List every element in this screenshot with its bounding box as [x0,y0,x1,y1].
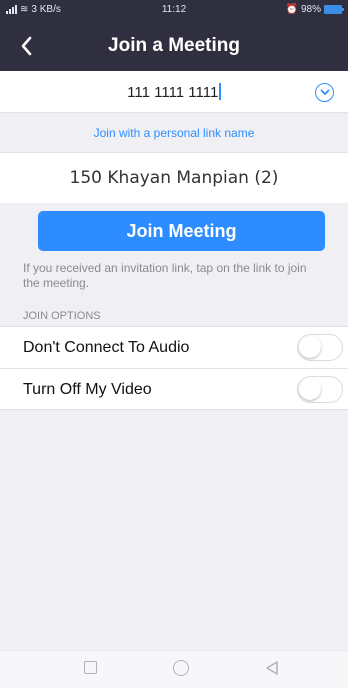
home-icon[interactable] [173,660,189,676]
meeting-history-dropdown[interactable] [315,83,334,102]
text-caret [219,83,221,100]
chevron-left-icon [21,36,32,56]
option-row-video: Turn Off My Video [0,368,348,410]
system-nav-bar [0,650,348,688]
page-title: Join a Meeting [108,35,240,56]
toggle-knob [299,378,321,400]
status-bar: ≋ 3 KB/s 11:12 ⏰ 98% [0,0,348,21]
option-label-audio: Don't Connect To Audio [23,339,190,356]
join-meeting-button[interactable]: Join Meeting [38,211,325,251]
meeting-id-value[interactable]: 111 1111 1111 [127,84,218,101]
audio-toggle[interactable] [297,334,343,361]
meeting-id-display[interactable]: 111 1111 1111 [0,83,348,101]
display-name-input[interactable] [0,153,348,203]
nav-bar: Join a Meeting [0,21,348,71]
video-toggle[interactable] [297,376,343,403]
join-options-header: JOIN OPTIONS [23,310,101,322]
option-label-video: Turn Off My Video [23,381,152,398]
chevron-down-icon [320,89,329,95]
alarm-icon: ⏰ [285,4,298,15]
recent-apps-icon[interactable] [84,661,97,674]
meeting-id-row: 111 1111 1111 [0,71,348,113]
battery-percent: 98% [300,4,321,15]
battery-icon [324,5,344,14]
back-triangle-icon[interactable] [264,660,280,676]
toggle-knob [299,336,321,358]
display-name-row [0,153,348,203]
option-row-audio: Don't Connect To Audio [0,326,348,368]
personal-link-button[interactable]: Join with a personal link name [0,113,348,153]
back-button[interactable] [12,31,40,61]
status-right: ⏰ 98% [285,4,344,15]
invitation-hint: If you received an invitation link, tap … [23,261,307,290]
